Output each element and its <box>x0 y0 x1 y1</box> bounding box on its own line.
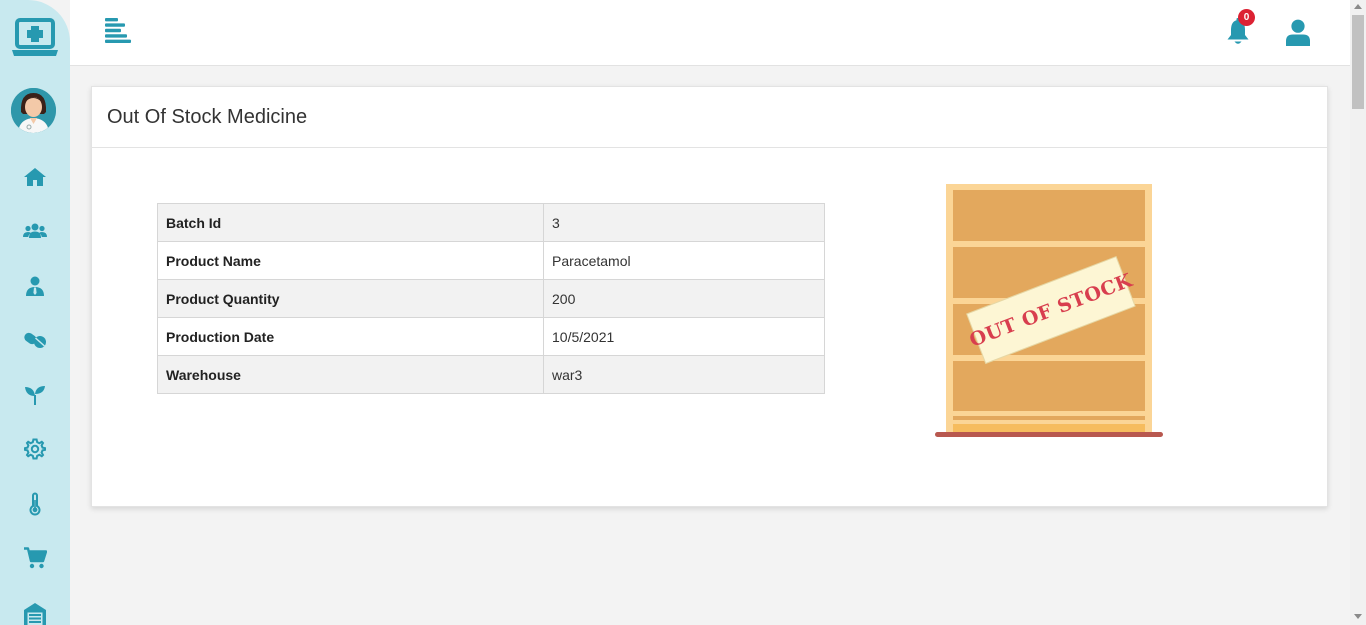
sidebar-item-settings[interactable] <box>20 435 50 463</box>
production-date-label: Production Date <box>157 317 544 356</box>
user-icon <box>1286 19 1310 46</box>
pills-icon <box>24 332 46 348</box>
page-scrollbar[interactable] <box>1350 0 1366 625</box>
scrollbar-thumb[interactable] <box>1352 15 1364 109</box>
doctor-avatar-icon[interactable] <box>11 88 56 133</box>
product-name-value: Paracetamol <box>543 241 825 280</box>
medical-laptop-icon[interactable] <box>12 18 58 58</box>
sidebar-item-medicine[interactable] <box>20 326 50 354</box>
notification-count-badge: 0 <box>1238 9 1255 26</box>
table-row: Product Quantity 200 <box>157 279 825 318</box>
users-icon <box>23 223 47 238</box>
page-title: Out Of Stock Medicine <box>107 105 308 128</box>
batch-id-value: 3 <box>543 203 825 242</box>
user-tie-icon <box>26 276 44 296</box>
scroll-down-arrow-icon[interactable] <box>1354 614 1362 619</box>
product-name-label: Product Name <box>157 241 544 280</box>
warehouse-icon <box>24 603 46 625</box>
menu-toggle-icon[interactable] <box>105 18 132 43</box>
sidebar-item-orders[interactable] <box>20 544 50 572</box>
warehouse-label: Warehouse <box>157 355 544 394</box>
table-row: Warehouse war3 <box>157 355 825 394</box>
batch-id-label: Batch Id <box>157 203 544 242</box>
scroll-up-arrow-icon[interactable] <box>1354 4 1362 9</box>
sidebar-item-staff[interactable] <box>20 272 50 300</box>
sidebar <box>0 0 70 625</box>
product-quantity-value: 200 <box>543 279 825 318</box>
empty-shelf-illustration: OUT OF STOCK <box>935 184 1165 442</box>
production-date-value: 10/5/2021 <box>543 317 825 356</box>
sidebar-item-users[interactable] <box>20 217 50 245</box>
out-of-stock-card: Out Of Stock Medicine Batch Id 3 Product… <box>91 86 1328 507</box>
sidebar-item-temperature[interactable] <box>20 490 50 518</box>
sidebar-item-warehouse[interactable] <box>20 599 50 625</box>
card-header: Out Of Stock Medicine <box>92 87 1327 148</box>
gear-icon <box>24 438 46 460</box>
table-row: Product Name Paracetamol <box>157 241 825 280</box>
top-navbar: 0 <box>70 0 1350 66</box>
warehouse-value: war3 <box>543 355 825 394</box>
medicine-details-table: Batch Id 3 Product Name Paracetamol Prod… <box>157 203 825 394</box>
home-icon <box>24 168 46 186</box>
table-row: Production Date 10/5/2021 <box>157 317 825 356</box>
sidebar-item-home[interactable] <box>20 163 50 191</box>
cart-icon <box>24 547 47 569</box>
table-row: Batch Id 3 <box>157 203 825 242</box>
seedling-icon <box>25 386 45 405</box>
sidebar-item-plants[interactable] <box>20 381 50 409</box>
product-quantity-label: Product Quantity <box>157 279 544 318</box>
thermometer-icon <box>29 492 41 516</box>
user-menu-button[interactable] <box>1284 19 1312 47</box>
